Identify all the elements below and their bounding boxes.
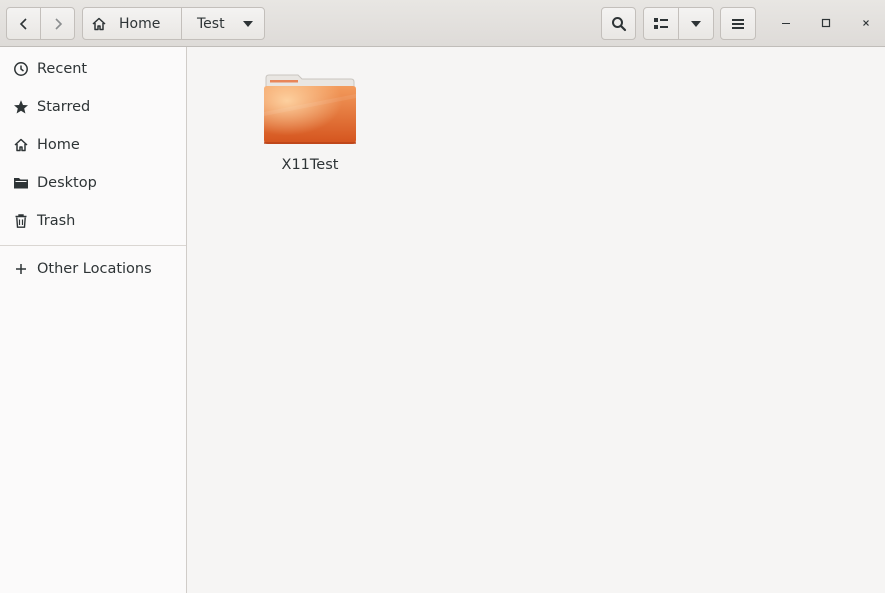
search-icon [611, 16, 626, 31]
folder-icon [12, 175, 30, 191]
back-button[interactable] [6, 7, 41, 40]
sidebar-item-recent[interactable]: Recent [0, 50, 186, 88]
file-view: X11Test [188, 47, 885, 593]
minimize-button[interactable] [773, 10, 799, 36]
close-button[interactable] [853, 10, 879, 36]
chevron-left-icon [19, 17, 27, 30]
home-icon [92, 17, 106, 30]
sidebar-item-label: Starred [37, 99, 91, 115]
sidebar-item-desktop[interactable]: Desktop [0, 164, 186, 202]
chevron-right-icon [54, 17, 62, 30]
forward-button[interactable] [40, 7, 75, 40]
main-menu-button[interactable] [720, 7, 756, 40]
folder-icon [264, 74, 356, 144]
file-item[interactable]: X11Test [260, 69, 360, 179]
close-icon [863, 20, 869, 26]
trash-icon [12, 213, 30, 229]
sidebar-separator [0, 245, 186, 246]
view-toggle-button[interactable] [643, 7, 679, 40]
sidebar-item-label: Desktop [37, 175, 97, 191]
clock-icon [12, 61, 30, 77]
sidebar-item-starred[interactable]: Starred [0, 88, 186, 126]
sidebar-item-trash[interactable]: Trash [0, 202, 186, 240]
chevron-down-icon [691, 20, 701, 27]
path-test-button[interactable]: Test [181, 7, 265, 40]
path-bar: Home Test [82, 7, 265, 40]
sidebar-item-home[interactable]: Home [0, 126, 186, 164]
navigation-buttons [6, 7, 76, 40]
header-bar: Home Test [0, 0, 885, 47]
list-view-icon [654, 17, 668, 29]
sidebar-item-label: Home [37, 137, 80, 153]
maximize-icon [821, 18, 831, 28]
plus-icon [12, 262, 30, 276]
sidebar-item-other-locations[interactable]: Other Locations [0, 250, 186, 288]
dropdown-arrow-icon [242, 20, 253, 27]
view-options-button[interactable] [678, 7, 714, 40]
sidebar-item-label: Trash [37, 213, 76, 229]
minimize-icon [782, 23, 790, 24]
maximize-button[interactable] [813, 10, 839, 36]
star-icon [12, 99, 30, 115]
file-item-name: X11Test [281, 157, 339, 173]
path-test-label: Test [197, 15, 225, 32]
sidebar-item-label: Other Locations [37, 261, 152, 277]
search-button[interactable] [601, 7, 636, 40]
path-home-label: Home [119, 15, 161, 32]
sidebar-item-label: Recent [37, 61, 88, 77]
hamburger-menu-icon [732, 18, 744, 29]
path-home-button[interactable]: Home [82, 7, 182, 40]
home-icon [12, 137, 30, 153]
sidebar: Recent Starred Home Desktop Trash Other … [0, 47, 187, 593]
